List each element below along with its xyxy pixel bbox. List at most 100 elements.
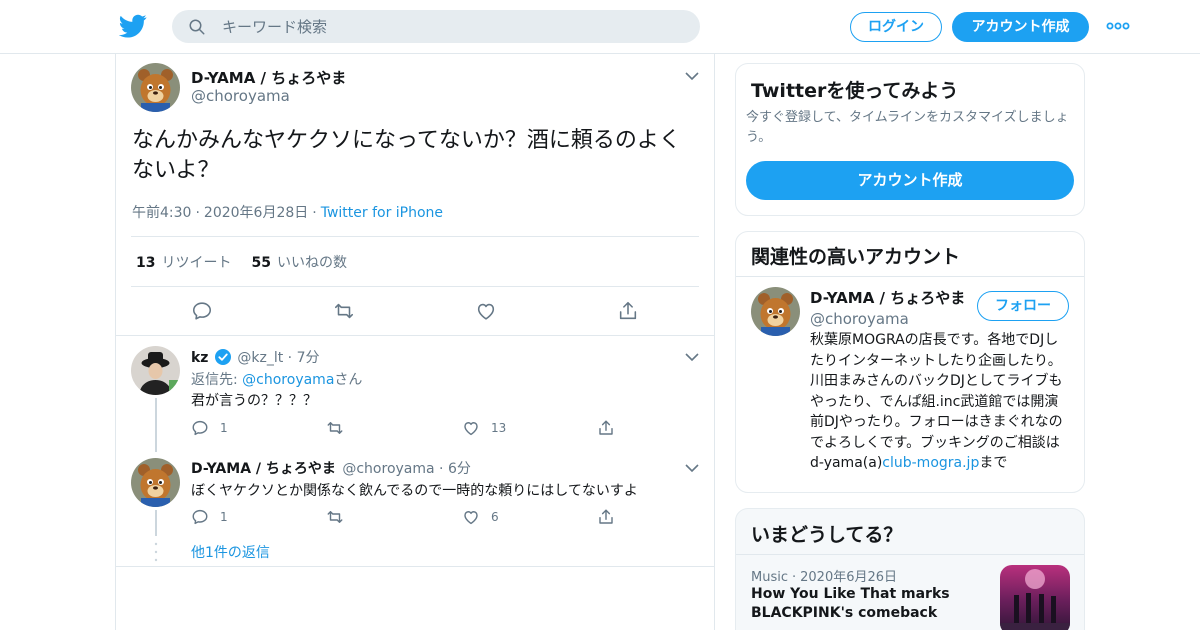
heart-icon[interactable]: [462, 419, 480, 437]
account-bio: 秋葉原MOGRAの店長です。各地でDJしたりインターネットしたり企画したり。川田…: [810, 330, 1072, 474]
divider: [116, 566, 714, 567]
reply-to-label: 返信先:: [191, 372, 243, 388]
share-icon[interactable]: [617, 300, 639, 322]
search-icon: [189, 19, 205, 35]
main-column: D-YAMA / ちょろやま @choroyama なんかみんなヤケクソになって…: [115, 54, 715, 630]
tweet-stats: 13 リツイート 55 いいねの数: [136, 252, 347, 272]
reply-age[interactable]: 7分: [297, 350, 320, 366]
twitter-bird-icon[interactable]: [119, 12, 147, 40]
trend-headline[interactable]: How You Like That marks BLACKPINK's come…: [751, 585, 950, 623]
reply-text: 君が言うの？？？？: [191, 393, 317, 409]
separator-dot: ·: [312, 205, 317, 221]
like-count: 55: [251, 255, 271, 271]
person-avatar-icon: [131, 346, 180, 395]
reply-to-handle-link[interactable]: @choroyama: [242, 372, 334, 388]
bear-avatar-icon: [751, 287, 800, 336]
bear-avatar-icon: [131, 63, 180, 112]
reply-header: kz @kz_lt · 7分: [191, 347, 320, 367]
search-box[interactable]: [172, 10, 700, 43]
login-button[interactable]: ログイン: [850, 12, 942, 42]
retweet-stat[interactable]: 13 リツイート: [136, 255, 231, 271]
bio-text: 秋葉原MOGRAの店長です。各地でDJしたりインターネットしたり企画したり。川田…: [810, 332, 1063, 471]
bio-suffix: まで: [979, 455, 1008, 471]
separator-dot: ·: [439, 461, 444, 477]
user-handle[interactable]: @choroyama: [342, 461, 434, 477]
share-icon[interactable]: [597, 419, 615, 437]
display-name[interactable]: kz: [191, 350, 208, 366]
separator-dot: ·: [792, 570, 797, 585]
trend-headline-line: How You Like That marks: [751, 586, 950, 602]
reply-count: 1: [220, 510, 228, 524]
reply-icon[interactable]: [191, 300, 213, 322]
bio-link[interactable]: club-mogra.jp: [882, 455, 979, 471]
trends-card: いまどうしてる？ Music · 2020年6月26日 How You Like T…: [735, 508, 1085, 630]
follow-button[interactable]: フォロー: [977, 291, 1069, 321]
related-accounts-card: 関連性の高いアカウント D-YAMA / ちょろやま @choroyama フォ…: [735, 231, 1085, 493]
user-handle[interactable]: @choroyama: [810, 310, 965, 328]
thread-line: [155, 398, 157, 452]
signup-card-title: Twitterを使ってみよう: [751, 80, 959, 102]
like-count: 13: [491, 421, 507, 435]
reply-to-suffix: さん: [334, 372, 363, 388]
reply-text: ぼくヤケクソとか関係なく飲んでるので一時的な頼りにはしてないすよ: [191, 483, 638, 499]
retweet-label: リツイート: [161, 255, 232, 271]
display-name[interactable]: D-YAMA / ちょろやま: [191, 67, 346, 88]
tweet-source-link[interactable]: Twitter for iPhone: [321, 205, 443, 221]
chevron-down-icon[interactable]: [685, 352, 699, 362]
separator-dot: ·: [287, 350, 293, 366]
tweet-metadata: 午前4:30 · 2020年6月28日 · Twitter for iPhone: [132, 202, 443, 222]
trend-category: Music: [751, 570, 788, 585]
like-stat[interactable]: 55 いいねの数: [251, 255, 346, 271]
display-name[interactable]: D-YAMA / ちょろやま: [191, 461, 336, 477]
reply-age[interactable]: 6分: [448, 461, 471, 477]
divider: [736, 554, 1084, 555]
related-accounts-title: 関連性の高いアカウント: [751, 246, 961, 268]
trends-title: いまどうしてる？: [751, 524, 903, 546]
tweet-date[interactable]: 2020年6月28日: [204, 205, 308, 221]
retweet-icon[interactable]: [326, 419, 344, 437]
share-icon[interactable]: [597, 508, 615, 526]
reply-header: D-YAMA / ちょろやま @choroyama · 6分: [191, 458, 471, 478]
more-dots-icon[interactable]: [1106, 19, 1130, 33]
top-navigation-bar: ログイン アカウント作成: [0, 0, 1200, 54]
divider: [131, 236, 699, 237]
trend-thumbnail[interactable]: [1000, 565, 1070, 630]
like-label: いいねの数: [276, 255, 347, 271]
search-input[interactable]: [222, 10, 682, 43]
user-handle[interactable]: @kz_lt: [237, 350, 283, 366]
chevron-down-icon[interactable]: [685, 463, 699, 473]
tweet-time[interactable]: 午前4:30: [132, 205, 191, 221]
trend-date: 2020年6月26日: [800, 570, 898, 585]
like-count: 6: [491, 510, 499, 524]
avatar[interactable]: [131, 63, 180, 112]
divider: [116, 335, 714, 336]
concert-image-icon: [1000, 565, 1070, 630]
divider: [736, 276, 1084, 277]
retweet-icon[interactable]: [326, 508, 344, 526]
signup-card-description: 今すぐ登録して、タイムラインをカスタマイズしましょう。: [746, 110, 1069, 145]
signup-card: Twitterを使ってみよう 今すぐ登録して、タイムラインをカスタマイズしましょ…: [735, 63, 1085, 216]
trend-headline-line: BLACKPINK's comeback: [751, 605, 938, 621]
avatar[interactable]: [751, 287, 800, 336]
reply-to-line: 返信先: @choroyamaさん: [191, 369, 362, 389]
display-name[interactable]: D-YAMA / ちょろやま: [810, 287, 965, 308]
thread-line: [155, 510, 157, 536]
signup-button[interactable]: アカウント作成: [952, 12, 1089, 42]
trend-meta: Music · 2020年6月26日: [751, 566, 897, 585]
avatar[interactable]: [131, 458, 180, 507]
signup-card-button[interactable]: アカウント作成: [746, 161, 1074, 200]
chevron-down-icon[interactable]: [685, 71, 699, 81]
reply-icon[interactable]: [191, 419, 209, 437]
thread-dots-icon: [154, 542, 158, 562]
show-more-replies-link[interactable]: 他1件の返信: [191, 542, 270, 562]
avatar[interactable]: [131, 346, 180, 395]
heart-icon[interactable]: [475, 300, 497, 322]
reply-icon[interactable]: [191, 508, 209, 526]
retweet-count: 13: [136, 255, 156, 271]
separator-dot: ·: [195, 205, 200, 221]
bear-avatar-icon: [131, 458, 180, 507]
user-handle[interactable]: @choroyama: [191, 87, 290, 105]
retweet-icon[interactable]: [333, 300, 355, 322]
reply-count: 1: [220, 421, 228, 435]
heart-icon[interactable]: [462, 508, 480, 526]
